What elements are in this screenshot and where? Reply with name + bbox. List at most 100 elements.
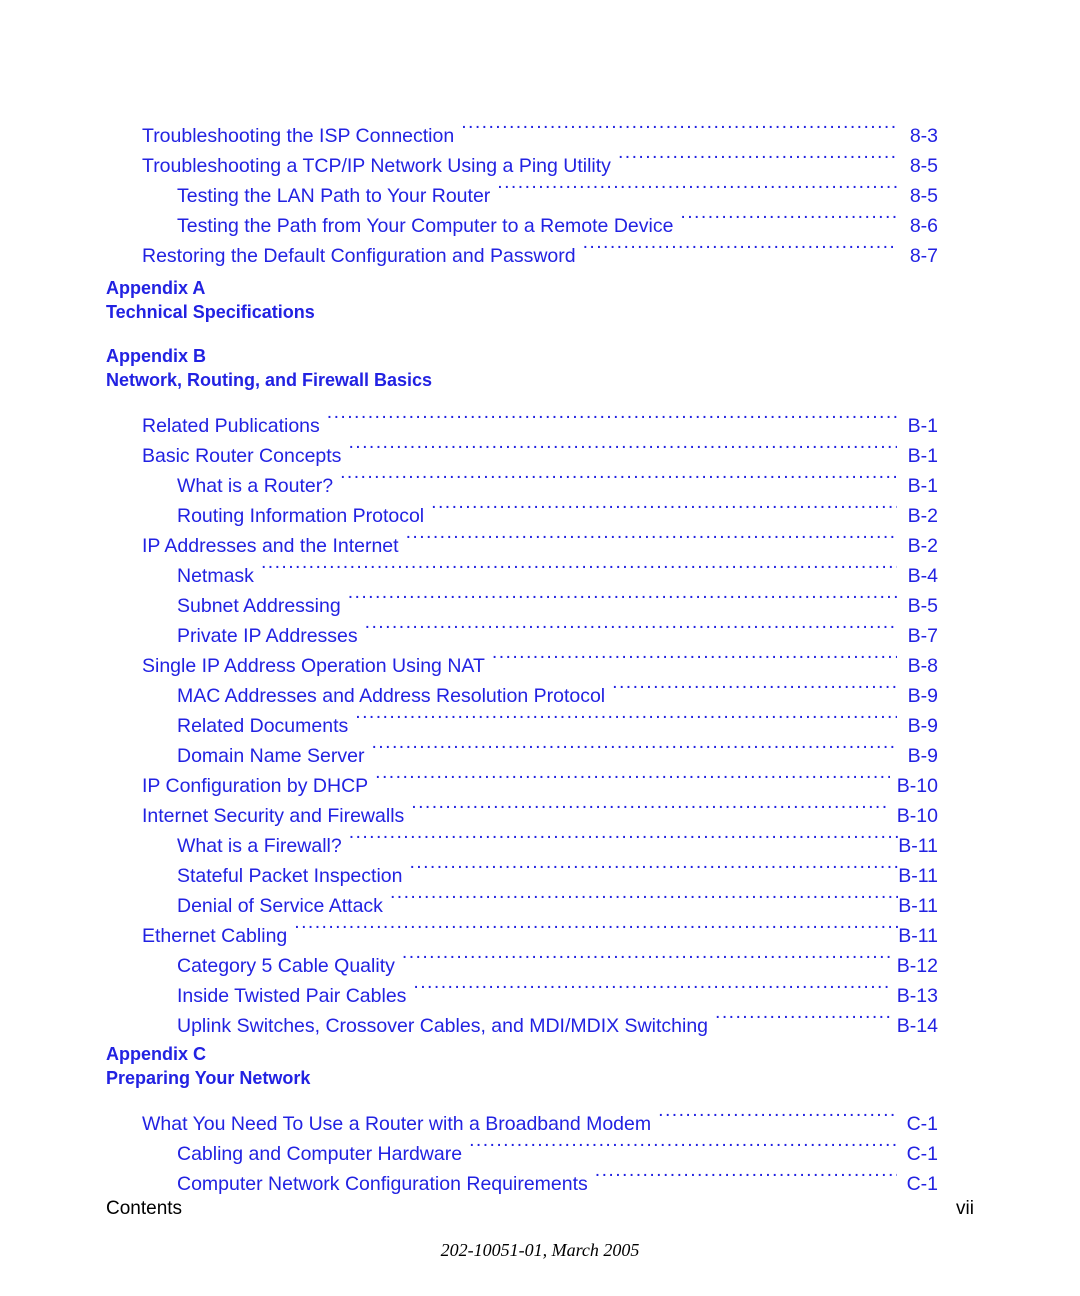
- toc-entry-page-number: B-5: [907, 595, 938, 617]
- toc-entry-title: Category 5 Cable Quality: [177, 955, 395, 977]
- dot-leader: [680, 202, 897, 232]
- dot-leader: [390, 882, 898, 912]
- heading-spacer: [106, 1090, 938, 1100]
- toc-entry-title: Basic Router Concepts: [142, 445, 342, 467]
- dot-leader: [349, 822, 899, 852]
- appendix-heading-block: Appendix B Network, Routing, and Firewall…: [106, 344, 938, 392]
- dot-leader: [583, 232, 897, 262]
- appendix-heading-block: Appendix A Technical Specifications: [106, 276, 938, 324]
- dot-leader: [371, 732, 897, 762]
- toc-entry-page-number: B-4: [907, 565, 938, 587]
- dot-leader: [409, 852, 898, 882]
- toc-entry-page-number: 8-7: [909, 245, 938, 267]
- toc-entry-page-number: B-11: [898, 925, 938, 947]
- toc-entry-page-number: 8-5: [909, 185, 938, 207]
- dot-leader: [375, 762, 890, 792]
- appendix-label: Appendix B: [106, 346, 207, 366]
- dot-leader: [431, 492, 897, 522]
- toc-entry-page-number: B-12: [896, 955, 938, 977]
- toc-entry-page-number: B-11: [898, 835, 938, 857]
- dot-leader: [327, 402, 897, 432]
- toc-entry-title: Related Publications: [142, 415, 320, 437]
- dot-leader: [658, 1100, 897, 1130]
- toc-entry-title: Troubleshooting the ISP Connection: [142, 125, 455, 147]
- dot-leader: [402, 942, 890, 972]
- footer-page-number: vii: [956, 1198, 974, 1219]
- toc-entry-title: Single IP Address Operation Using NAT: [142, 655, 485, 677]
- toc-entry-title: Computer Network Configuration Requireme…: [177, 1173, 588, 1195]
- toc-entry-page-number: B-2: [907, 505, 938, 527]
- footer-section-label: Contents: [106, 1198, 183, 1219]
- toc-entry-title: Restoring the Default Configuration and …: [142, 245, 576, 267]
- toc-entry-title: Stateful Packet Inspection: [177, 865, 403, 887]
- dot-leader: [340, 462, 897, 492]
- dot-leader: [469, 1130, 897, 1160]
- page-footer: Contents vii 202-10051-01, March 2005: [106, 1198, 974, 1261]
- dot-leader: [348, 582, 897, 612]
- dot-leader: [261, 552, 897, 582]
- toc-entry-title: What is a Firewall?: [177, 835, 342, 857]
- toc-entry-page-number: B-2: [907, 535, 938, 557]
- toc-entry-title: Testing the LAN Path to Your Router: [177, 185, 491, 207]
- toc-entry-page-number: B-11: [898, 865, 938, 887]
- dot-leader: [618, 142, 897, 172]
- dot-leader: [355, 702, 897, 732]
- dot-leader: [492, 642, 897, 672]
- dot-leader: [365, 612, 897, 642]
- dot-leader: [294, 912, 898, 942]
- toc-entry[interactable]: Related Publications B-1: [106, 402, 938, 437]
- toc-entry-page-number: B-1: [907, 445, 938, 467]
- table-of-contents: Troubleshooting the ISP Connection 8-3Tro…: [106, 112, 938, 1195]
- toc-entry-page-number: B-9: [907, 685, 938, 707]
- dot-leader: [497, 172, 897, 202]
- toc-entry-page-number: B-10: [896, 805, 938, 827]
- toc-entry-page-number: B-9: [907, 745, 938, 767]
- appendix-label: Appendix A: [106, 278, 206, 298]
- toc-entry-page-number: B-1: [907, 475, 938, 497]
- toc-entry-title: Private IP Addresses: [177, 625, 358, 647]
- dot-leader: [348, 432, 897, 462]
- footer-row: Contents vii: [106, 1198, 974, 1220]
- toc-entry-page-number: B-8: [907, 655, 938, 677]
- toc-entry-title: Routing Information Protocol: [177, 505, 425, 527]
- toc-entry-page-number: 8-3: [909, 125, 938, 147]
- toc-entry-title: Domain Name Server: [177, 745, 365, 767]
- dot-leader: [461, 112, 897, 142]
- footer-doc-id: 202-10051-01, March 2005: [440, 1240, 640, 1260]
- toc-entry-title: Cabling and Computer Hardware: [177, 1143, 463, 1165]
- toc-entry[interactable]: What You Need To Use a Router with a Bro…: [106, 1100, 938, 1135]
- toc-entry-page-number: C-1: [906, 1173, 938, 1195]
- heading-spacer: [106, 324, 938, 334]
- appendix-title: Network, Routing, and Firewall Basics: [106, 370, 433, 390]
- toc-entry-title: Netmask: [177, 565, 254, 587]
- toc-entry-page-number: B-10: [896, 775, 938, 797]
- dot-leader: [595, 1160, 897, 1190]
- appendix-heading-block: Appendix C Preparing Your Network: [106, 1042, 938, 1090]
- dot-leader: [406, 522, 897, 552]
- toc-entry-page-number: 8-6: [909, 215, 938, 237]
- toc-entry-page-number: C-1: [906, 1143, 938, 1165]
- toc-entry-title: What is a Router?: [177, 475, 334, 497]
- heading-spacer: [106, 392, 938, 402]
- toc-entry-page-number: B-14: [896, 1015, 938, 1037]
- toc-entry-page-number: B-9: [907, 715, 938, 737]
- dot-leader: [413, 972, 889, 1002]
- toc-entry-title: IP Configuration by DHCP: [142, 775, 369, 797]
- appendix-label: Appendix C: [106, 1044, 207, 1064]
- dot-leader: [411, 792, 890, 822]
- toc-entry-page-number: B-1: [907, 415, 938, 437]
- toc-entry-title: Related Documents: [177, 715, 349, 737]
- toc-entry-title: Ethernet Cabling: [142, 925, 288, 947]
- toc-entry-title: Subnet Addressing: [177, 595, 341, 617]
- toc-entry-page-number: B-13: [896, 985, 938, 1007]
- toc-entry-page-number: 8-5: [909, 155, 938, 177]
- document-page: Troubleshooting the ISP Connection 8-3Tro…: [0, 0, 1080, 1296]
- toc-entry-page-number: B-7: [907, 625, 938, 647]
- dot-leader: [612, 672, 897, 702]
- appendix-title: Technical Specifications: [106, 302, 315, 322]
- toc-entry-page-number: C-1: [906, 1113, 938, 1135]
- toc-entry[interactable]: Troubleshooting the ISP Connection 8-3: [106, 112, 938, 147]
- appendix-title: Preparing Your Network: [106, 1068, 311, 1088]
- toc-entry-page-number: B-11: [898, 895, 938, 917]
- dot-leader: [715, 1002, 890, 1032]
